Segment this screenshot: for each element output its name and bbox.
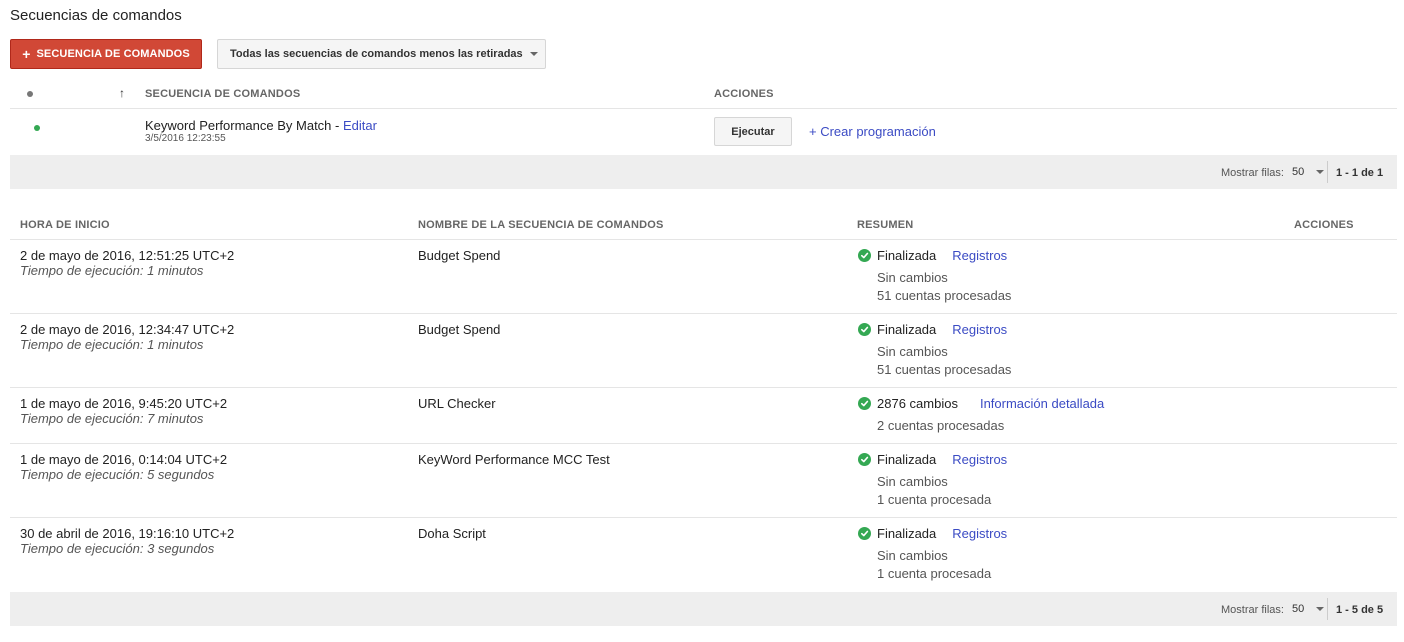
- rows-per-page-value: 50: [1292, 166, 1305, 178]
- row-divider: [10, 517, 1397, 518]
- summary-accounts: 51 cuentas procesadas: [877, 288, 1012, 303]
- summary-status: Finalizada: [877, 452, 937, 467]
- script-name: KeyWord Performance MCC Test: [418, 452, 610, 467]
- check-circle-icon: [858, 323, 871, 336]
- plus-icon: +: [22, 46, 31, 62]
- summary-accounts: 1 cuenta procesada: [877, 492, 992, 507]
- rows-per-page-label: Mostrar filas:: [1221, 604, 1284, 616]
- run-duration: Tiempo de ejecución: 1 minutos: [20, 337, 204, 352]
- rows-per-page-select[interactable]: 50: [1292, 603, 1325, 615]
- column-header-script[interactable]: SECUENCIA DE COMANDOS: [145, 88, 300, 100]
- row-divider: [10, 387, 1397, 388]
- check-circle-icon: [858, 397, 871, 410]
- summary-status: Finalizada: [877, 322, 937, 337]
- column-header-script-name[interactable]: NOMBRE DE LA SECUENCIA DE COMANDOS: [418, 219, 664, 231]
- pager-range: 1 - 5 de 5: [1336, 604, 1384, 616]
- run-duration: Tiempo de ejecución: 5 segundos: [20, 467, 215, 482]
- chevron-down-icon: [1316, 607, 1325, 611]
- summary-detail: Sin cambios: [877, 548, 948, 563]
- script-name[interactable]: Keyword Performance By Match: [145, 118, 331, 133]
- column-header-start-time[interactable]: HORA DE INICIO: [20, 219, 110, 231]
- create-schedule-link[interactable]: + Crear programación: [809, 124, 936, 139]
- script-filter-label: Todas las secuencias de comandos menos l…: [230, 48, 523, 60]
- script-name: Budget Spend: [418, 322, 501, 337]
- run-duration: Tiempo de ejecución: 7 minutos: [20, 411, 204, 426]
- summary-accounts: 1 cuenta procesada: [877, 566, 992, 581]
- page-title: Secuencias de comandos: [10, 7, 182, 24]
- row-divider: [10, 443, 1397, 444]
- column-header-history-actions: ACCIONES: [1294, 219, 1354, 231]
- summary-link[interactable]: Registros: [952, 526, 1007, 541]
- summary-detail: Sin cambios: [877, 344, 948, 359]
- pager-divider: [1327, 598, 1328, 620]
- script-name: URL Checker: [418, 396, 496, 411]
- start-time: 1 de mayo de 2016, 0:14:04 UTC+2: [20, 452, 228, 467]
- summary-status: 2876 cambios: [877, 396, 958, 411]
- execute-label: Ejecutar: [731, 125, 775, 138]
- new-script-button[interactable]: + SECUENCIA DE COMANDOS: [10, 39, 202, 69]
- name-separator: -: [335, 118, 340, 133]
- start-time: 1 de mayo de 2016, 9:45:20 UTC+2: [20, 396, 228, 411]
- start-time: 30 de abril de 2016, 19:16:10 UTC+2: [20, 526, 235, 541]
- script-name: Budget Spend: [418, 248, 501, 263]
- chevron-down-icon: [529, 52, 538, 56]
- check-circle-icon: [858, 453, 871, 466]
- summary-detail: 2 cuentas procesadas: [877, 418, 1005, 433]
- run-duration: Tiempo de ejecución: 3 segundos: [20, 541, 215, 556]
- status-column-icon: [27, 91, 33, 97]
- summary-link[interactable]: Registros: [952, 248, 1007, 263]
- summary-accounts: 51 cuentas procesadas: [877, 362, 1012, 377]
- summary-link[interactable]: Registros: [952, 322, 1007, 337]
- summary-status-line: Finalizada Registros: [877, 248, 1007, 263]
- run-duration: Tiempo de ejecución: 1 minutos: [20, 263, 204, 278]
- sort-ascending-icon[interactable]: ↑: [119, 86, 125, 100]
- script-name-line: Keyword Performance By Match - Editar: [145, 118, 377, 133]
- summary-link[interactable]: Registros: [952, 452, 1007, 467]
- pager-divider: [1327, 161, 1328, 183]
- row-divider: [10, 313, 1397, 314]
- divider: [10, 108, 1397, 109]
- summary-status: Finalizada: [877, 526, 937, 541]
- summary-link[interactable]: Información detallada: [980, 396, 1104, 411]
- check-circle-icon: [858, 527, 871, 540]
- summary-status-line: Finalizada Registros: [877, 452, 1007, 467]
- history-pager: [10, 592, 1397, 626]
- new-script-label: SECUENCIA DE COMANDOS: [36, 48, 190, 60]
- script-filter-dropdown[interactable]: Todas las secuencias de comandos menos l…: [217, 39, 546, 69]
- status-dot-icon: [34, 125, 40, 131]
- summary-status-line: 2876 cambios Información detallada: [877, 396, 1104, 411]
- edit-link[interactable]: Editar: [343, 118, 377, 133]
- summary-status: Finalizada: [877, 248, 937, 263]
- check-circle-icon: [858, 249, 871, 262]
- pager-range: 1 - 1 de 1: [1336, 167, 1384, 179]
- summary-status-line: Finalizada Registros: [877, 322, 1007, 337]
- start-time: 2 de mayo de 2016, 12:34:47 UTC+2: [20, 322, 235, 337]
- rows-per-page-select[interactable]: 50: [1292, 166, 1325, 178]
- start-time: 2 de mayo de 2016, 12:51:25 UTC+2: [20, 248, 235, 263]
- script-name: Doha Script: [418, 526, 486, 541]
- rows-per-page-value: 50: [1292, 603, 1305, 615]
- summary-detail: Sin cambios: [877, 474, 948, 489]
- summary-status-line: Finalizada Registros: [877, 526, 1007, 541]
- chevron-down-icon: [1316, 170, 1325, 174]
- script-date: 3/5/2016 12:23:55: [145, 133, 226, 144]
- column-header-summary[interactable]: RESUMEN: [857, 219, 913, 231]
- summary-detail: Sin cambios: [877, 270, 948, 285]
- divider: [10, 239, 1397, 240]
- rows-per-page-label: Mostrar filas:: [1221, 167, 1284, 179]
- execute-button[interactable]: Ejecutar: [714, 117, 792, 146]
- scripts-pager: [10, 155, 1397, 189]
- column-header-actions: ACCIONES: [714, 88, 774, 100]
